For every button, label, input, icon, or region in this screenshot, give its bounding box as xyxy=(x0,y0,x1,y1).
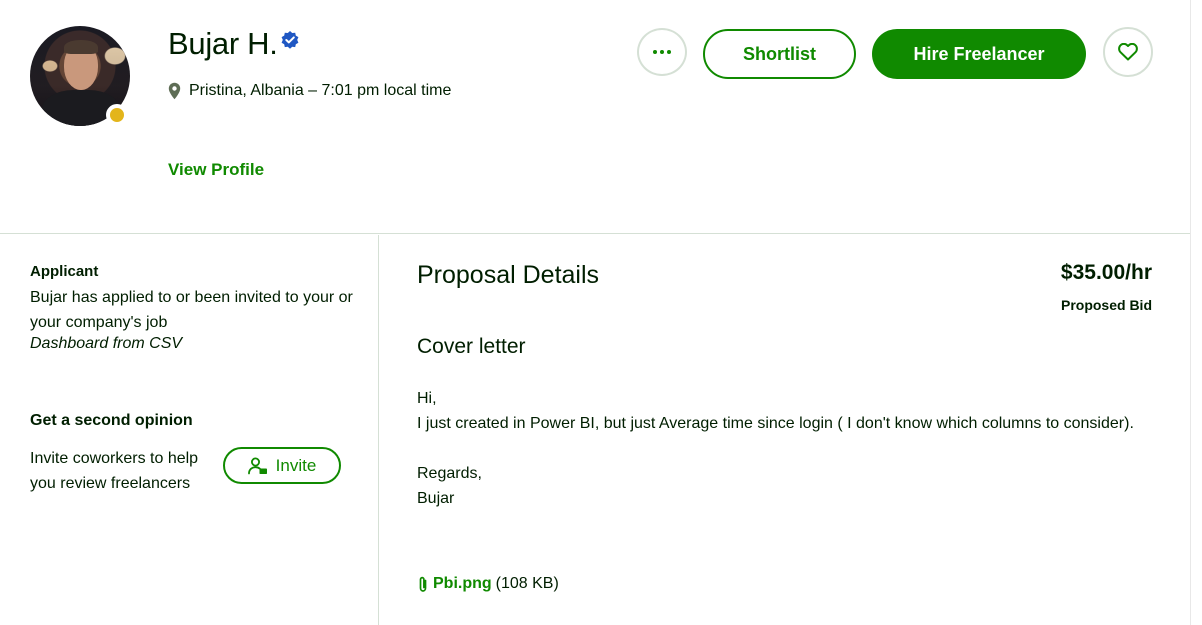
favorite-button[interactable] xyxy=(1103,27,1153,77)
name-row: Bujar H. xyxy=(168,26,300,62)
online-status-indicator xyxy=(106,104,128,126)
location-text: Pristina, Albania – 7:01 pm local time xyxy=(189,82,452,99)
cover-letter-spacer xyxy=(417,436,1162,461)
shortlist-button[interactable]: Shortlist xyxy=(703,29,856,79)
freelancer-header: Bujar H. Pristina, Albania – 7:01 pm loc… xyxy=(0,0,1190,234)
more-options-button[interactable] xyxy=(637,28,687,76)
cover-letter-body: Hi, I just created in Power BI, but just… xyxy=(417,386,1162,511)
sidebar: Applicant Bujar has applied to or been i… xyxy=(0,235,379,625)
heart-icon xyxy=(1118,43,1138,61)
invite-button[interactable]: Invite xyxy=(223,447,341,484)
proposal-title: Proposal Details xyxy=(417,261,600,289)
cover-letter-line: I just created in Power BI, but just Ave… xyxy=(417,415,1134,432)
cover-letter-line: Hi, xyxy=(417,390,437,407)
applicant-description: Bujar has applied to or been invited to … xyxy=(30,289,353,331)
job-title: Dashboard from CSV xyxy=(30,335,183,352)
paperclip-icon xyxy=(419,576,427,592)
view-profile-link[interactable]: View Profile xyxy=(168,160,264,180)
bid-label: Proposed Bid xyxy=(1060,297,1152,313)
location-row: Pristina, Albania – 7:01 pm local time xyxy=(168,82,451,100)
page-scrollbar[interactable] xyxy=(1190,0,1202,625)
cover-letter-line: Bujar xyxy=(417,490,455,507)
cover-letter-title: Cover letter xyxy=(417,335,526,358)
proposal-panel: Proposal Details $35.00/hr Proposed Bid … xyxy=(380,235,1190,625)
freelancer-name[interactable]: Bujar H. xyxy=(168,26,278,62)
more-dots-icon xyxy=(653,50,657,54)
attachment: Pbi.png (108 KB) xyxy=(417,575,559,593)
invite-label: Invite xyxy=(275,455,317,475)
attachment-size: (108 KB) xyxy=(495,575,559,592)
verified-badge-icon xyxy=(281,31,298,49)
second-opinion-title: Get a second opinion xyxy=(30,412,193,429)
hire-freelancer-button[interactable]: Hire Freelancer xyxy=(872,29,1086,79)
bid-amount: $35.00/hr xyxy=(1060,261,1152,284)
attachment-link[interactable]: Pbi.png xyxy=(433,575,492,593)
add-user-icon xyxy=(247,457,267,474)
second-opinion-description: Invite coworkers to help you review free… xyxy=(30,450,199,492)
cover-letter-line: Regards, xyxy=(417,465,482,482)
location-pin-icon xyxy=(168,82,181,100)
applicant-title: Applicant xyxy=(30,263,99,280)
